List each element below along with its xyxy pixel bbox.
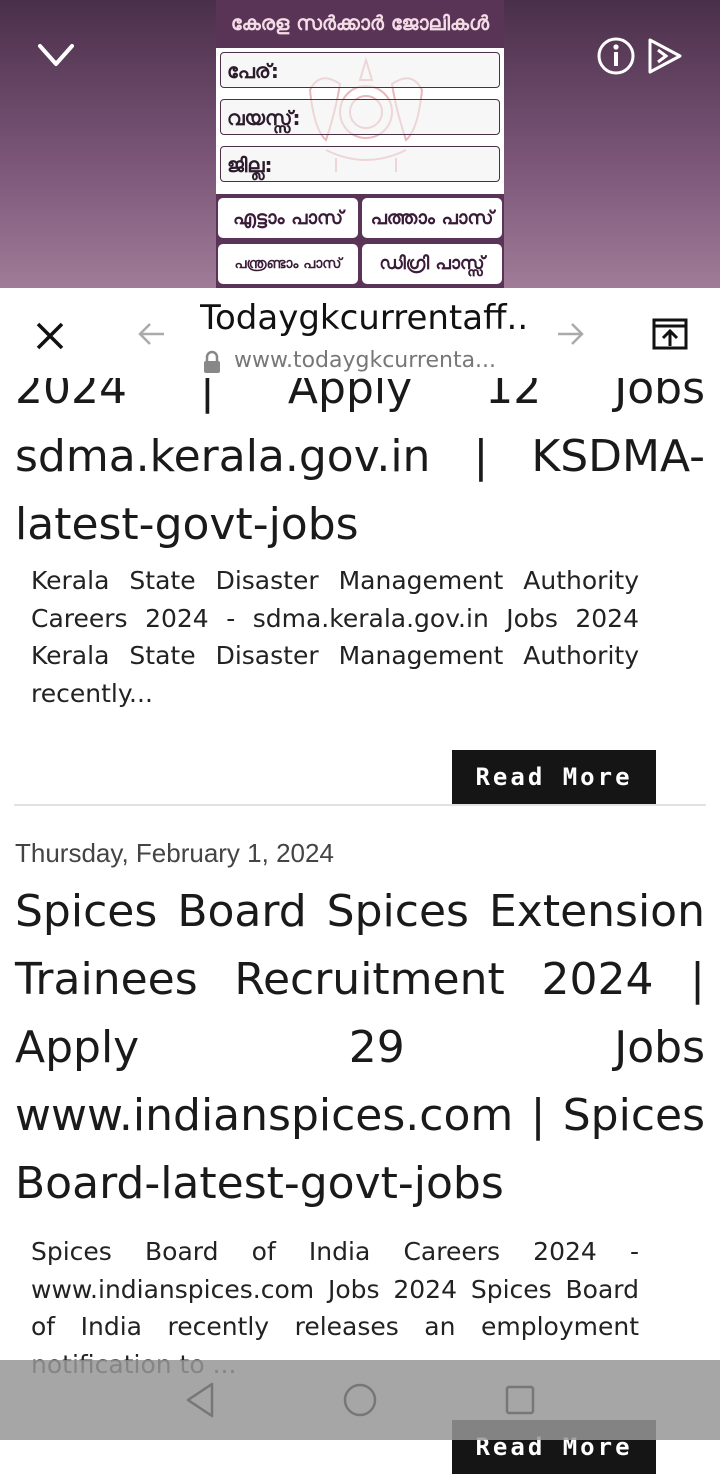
back-arrow-icon[interactable] [134,316,170,352]
post-date: Thursday, February 1, 2024 [15,838,334,868]
url-row: www.todaygkcurrenta... [200,348,530,376]
nav-home-icon[interactable] [342,1382,378,1418]
post-title[interactable]: Spices Board Spices Extension Trainees R… [15,878,705,1218]
post-snippet: Kerala State Disaster Management Authori… [31,566,639,708]
forward-arrow-icon[interactable] [552,316,588,352]
divider [14,804,706,806]
page-url: www.todaygkcurrenta... [234,348,497,373]
read-more-button[interactable]: Read More [452,750,656,804]
lock-icon [204,350,220,373]
post-title[interactable]: 2024 | Apply 12 Jobs sdma.kerala.gov.in … [15,355,705,559]
close-icon[interactable] [32,318,68,354]
nav-recents-icon[interactable] [504,1384,536,1416]
nav-back-icon[interactable] [182,1380,218,1420]
custom-tab-toolbar: Todaygkcurrentaff... www.todaygkcurrenta… [0,288,720,378]
page-content: 2024 | Apply 12 Jobs sdma.kerala.gov.in … [0,0,720,1474]
open-in-browser-icon[interactable] [650,314,690,354]
page-title: Todaygkcurrentaff... [200,298,530,338]
system-nav-bar [0,1360,720,1440]
